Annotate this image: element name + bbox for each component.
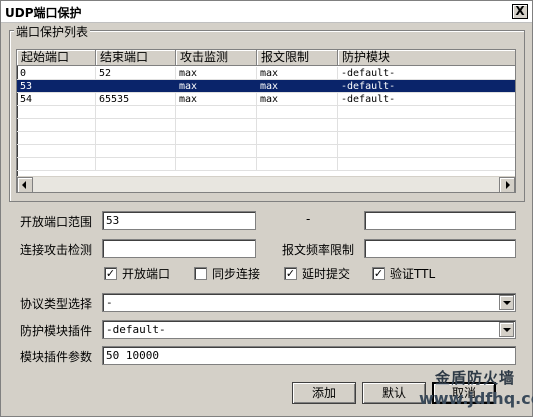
close-button[interactable]: X bbox=[512, 4, 528, 19]
arrow-left-icon bbox=[22, 181, 26, 189]
close-icon: X bbox=[515, 4, 525, 18]
port-range-label: 开放端口范围 bbox=[20, 215, 93, 229]
checkbox-label: 延时提交 bbox=[302, 267, 351, 281]
column-header-start-port[interactable]: 起始端口 bbox=[17, 50, 96, 66]
checkbox-label: 开放端口 bbox=[122, 267, 171, 281]
chevron-down-icon bbox=[503, 328, 511, 332]
table-cell: max bbox=[176, 80, 257, 92]
port-range-start-input[interactable]: 53 bbox=[102, 211, 256, 230]
checkbox-delay-submit[interactable]: ✓ 延时提交 bbox=[284, 265, 350, 282]
table-cell: -default- bbox=[338, 93, 515, 105]
table-row[interactable]: 0 52 max max -default- bbox=[17, 67, 515, 80]
arrow-right-icon bbox=[506, 181, 510, 189]
table-cell: 65535 bbox=[96, 93, 176, 105]
table-cell: 53 bbox=[17, 80, 96, 92]
table-cell: max bbox=[176, 67, 257, 79]
horizontal-scrollbar[interactable] bbox=[17, 176, 515, 192]
cancel-button[interactable]: 取消 bbox=[432, 382, 496, 404]
attack-detect-input[interactable] bbox=[102, 239, 256, 258]
list-rows: 0 52 max max -default- 53 max max -defau… bbox=[17, 67, 515, 171]
chevron-down-icon bbox=[503, 301, 511, 305]
table-cell: -default- bbox=[338, 80, 515, 92]
plugin-dropdown-button[interactable] bbox=[499, 322, 514, 337]
checkbox-verify-ttl[interactable]: ✓ 验证TTL bbox=[372, 265, 435, 282]
title-bar: UDP端口保护 X bbox=[1, 1, 532, 23]
table-cell: -default- bbox=[338, 67, 515, 79]
default-button[interactable]: 默认 bbox=[362, 382, 426, 404]
checkbox-label: 同步连接 bbox=[212, 267, 261, 281]
protocol-type-value: - bbox=[106, 296, 113, 309]
table-cell: max bbox=[257, 93, 338, 105]
plugin-select[interactable]: -default- bbox=[102, 320, 516, 339]
protocol-type-label: 协议类型选择 bbox=[20, 297, 93, 311]
checkbox-checked-icon: ✓ bbox=[284, 267, 297, 280]
column-header-packet-limit[interactable]: 报文限制 bbox=[257, 50, 338, 66]
checkbox-unchecked-icon bbox=[194, 267, 207, 280]
plugin-params-input[interactable]: 50 10000 bbox=[102, 346, 516, 365]
attack-detect-label: 连接攻击检测 bbox=[20, 243, 93, 257]
port-range-separator: - bbox=[306, 212, 311, 226]
checkbox-open-port[interactable]: ✓ 开放端口 bbox=[104, 265, 170, 282]
table-cell: max bbox=[176, 93, 257, 105]
checkbox-checked-icon: ✓ bbox=[372, 267, 385, 280]
column-header-protection-module[interactable]: 防护模块 bbox=[338, 50, 515, 66]
table-row-selected[interactable]: 53 max max -default- bbox=[17, 80, 515, 93]
add-button[interactable]: 添加 bbox=[292, 382, 356, 404]
protocol-type-select[interactable]: - bbox=[102, 293, 516, 312]
table-row-empty bbox=[17, 106, 515, 119]
plugin-value: -default- bbox=[106, 323, 166, 336]
scroll-right-button[interactable] bbox=[499, 177, 515, 192]
checkbox-label: 验证TTL bbox=[390, 267, 436, 281]
udp-port-protection-dialog: UDP端口保护 X 端口保护列表 起始端口 结束端口 攻击监测 报文限制 防护模… bbox=[0, 0, 533, 417]
window-title: UDP端口保护 bbox=[5, 6, 82, 20]
table-row-empty bbox=[17, 119, 515, 132]
checkbox-checked-icon: ✓ bbox=[104, 267, 117, 280]
protocol-dropdown-button[interactable] bbox=[499, 295, 514, 310]
port-range-end-input[interactable] bbox=[364, 211, 516, 230]
table-row[interactable]: 54 65535 max max -default- bbox=[17, 93, 515, 106]
packet-rate-label: 报文频率限制 bbox=[282, 243, 355, 257]
checkbox-sync-connect[interactable]: 同步连接 bbox=[194, 265, 260, 282]
table-row-empty bbox=[17, 145, 515, 158]
table-cell: 0 bbox=[17, 67, 96, 79]
table-cell: max bbox=[257, 80, 338, 92]
list-header: 起始端口 结束端口 攻击监测 报文限制 防护模块 bbox=[17, 50, 515, 66]
table-row-empty bbox=[17, 132, 515, 145]
table-row-empty bbox=[17, 158, 515, 171]
table-cell: max bbox=[257, 67, 338, 79]
table-cell bbox=[96, 80, 176, 92]
scroll-left-button[interactable] bbox=[17, 177, 33, 192]
group-title: 端口保护列表 bbox=[14, 23, 91, 40]
table-cell: 52 bbox=[96, 67, 176, 79]
port-protection-list[interactable]: 起始端口 结束端口 攻击监测 报文限制 防护模块 0 52 max max -d… bbox=[16, 49, 516, 193]
plugin-params-label: 模块插件参数 bbox=[20, 350, 93, 364]
column-header-end-port[interactable]: 结束端口 bbox=[96, 50, 176, 66]
packet-rate-input[interactable] bbox=[364, 239, 516, 258]
column-header-attack-detect[interactable]: 攻击监测 bbox=[176, 50, 257, 66]
table-cell: 54 bbox=[17, 93, 96, 105]
plugin-label: 防护模块插件 bbox=[20, 324, 93, 338]
